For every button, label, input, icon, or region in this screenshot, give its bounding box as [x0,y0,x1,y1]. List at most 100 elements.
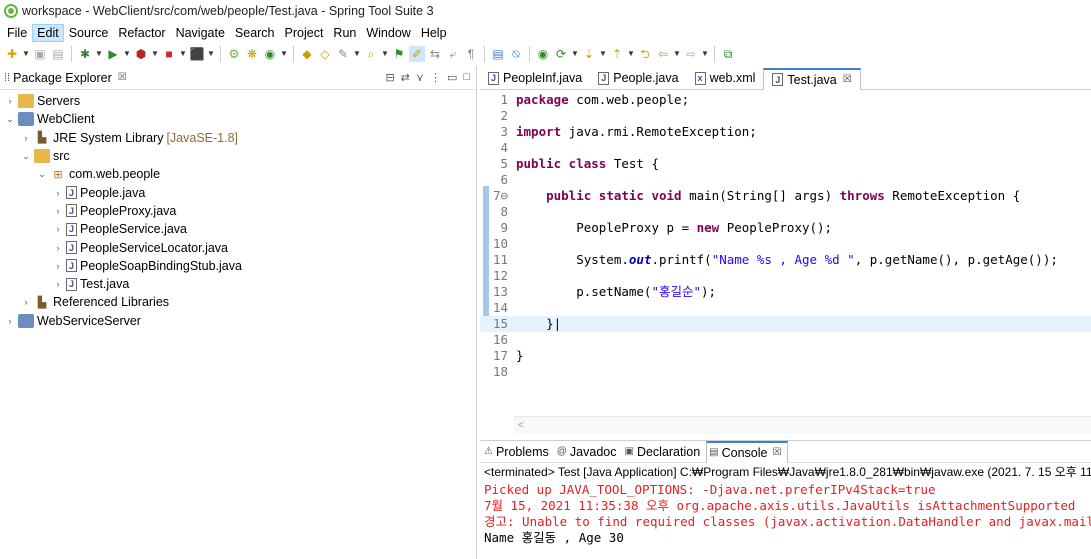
forward-icon[interactable]: ⇨ [683,46,699,62]
dropdown-icon[interactable]: ▼ [179,46,187,62]
dropdown-icon[interactable]: ▼ [673,46,681,62]
dropdown-icon[interactable]: ▼ [701,46,709,62]
code-line[interactable]: 11 System.out.printf("Name %s , Age %d "… [480,252,1091,268]
mark-occurrences-icon[interactable]: ✐ [409,46,425,62]
dropdown-icon[interactable]: ▼ [123,46,131,62]
code-line[interactable]: 8 [480,204,1091,220]
close-icon[interactable]: ☒ [118,72,127,83]
chevron-right-icon[interactable]: › [20,297,32,307]
code-line[interactable]: 1 package com.web.people; [480,92,1091,108]
editor-tab[interactable]: J People.java [590,67,686,89]
dropdown-icon[interactable]: ▼ [353,46,361,62]
editor-tab[interactable]: x web.xml [687,67,764,89]
chevron-right-icon[interactable]: › [52,188,64,198]
code-line[interactable]: 16 [480,332,1091,348]
code-line[interactable]: 10 [480,236,1091,252]
code-line[interactable]: 12 [480,268,1091,284]
spring-icon[interactable]: ❋ [244,46,260,62]
block-selection-icon[interactable]: ⇆ [427,46,443,62]
code-line[interactable]: 14 [480,300,1091,316]
code-line[interactable]: 9 PeopleProxy p = new PeopleProxy(); [480,220,1091,236]
filter-icon[interactable]: ⋎ [416,71,424,84]
menu-run[interactable]: Run [328,24,361,42]
dropdown-icon[interactable]: ▼ [571,46,579,62]
close-icon[interactable]: ☒ [773,447,782,458]
save-all-icon[interactable]: ▤ [50,46,66,62]
chevron-right-icon[interactable]: › [52,243,64,253]
console-icon[interactable]: ▤ [490,46,506,62]
link-with-editor-icon[interactable]: ⇄ [401,71,410,84]
run-icon[interactable]: ▶ [105,46,121,62]
code-line[interactable]: 18 [480,364,1091,380]
back-icon[interactable]: ⇦ [655,46,671,62]
code-line[interactable]: 5 public class Test { [480,156,1091,172]
chevron-right-icon[interactable]: › [52,224,64,234]
view-menu-icon[interactable]: ⋮ [430,71,441,84]
last-edit-icon[interactable]: ⮌ [637,46,653,62]
tree-item[interactable]: › J People.java [0,183,476,201]
external-tools-icon[interactable]: ⬢ [133,46,149,62]
code-line[interactable]: 4 [480,140,1091,156]
tree-item[interactable]: ⌄ src [0,147,476,165]
close-icon[interactable]: ☒ [843,74,852,85]
word-wrap-icon[interactable]: ⤶ [445,46,461,62]
package-explorer-title[interactable]: Package Explorer [13,71,112,85]
chevron-right-icon[interactable]: › [52,279,64,289]
dropdown-icon[interactable]: ▼ [22,46,30,62]
dropdown-icon[interactable]: ▼ [280,46,288,62]
show-whitespace-icon[interactable]: ¶ [463,46,479,62]
code-line[interactable]: 7⊖ public static void main(String[] args… [480,188,1091,204]
code-line[interactable]: 17} [480,348,1091,364]
code-line[interactable]: 3 import java.rmi.RemoteException; [480,124,1091,140]
tree-item[interactable]: ⌄ ⊞ com.web.people [0,165,476,183]
open-task-icon[interactable]: ◇ [317,46,333,62]
menu-window[interactable]: Window [361,24,415,42]
minimize-icon[interactable]: ▭ [447,71,457,84]
menu-help[interactable]: Help [416,24,452,42]
horizontal-scrollbar[interactable]: < [514,416,1091,434]
dropdown-icon[interactable]: ▼ [207,46,215,62]
code-line[interactable]: 15 }| [480,316,1091,332]
tree-item[interactable]: › J PeopleProxy.java [0,202,476,220]
tree-item[interactable]: ⌄ WebClient [0,110,476,128]
chevron-down-icon[interactable]: ⌄ [20,151,32,162]
tree-item[interactable]: › ▙ Referenced Libraries [0,293,476,311]
maximize-icon[interactable]: □ [463,71,470,84]
open-type-icon[interactable]: ◆ [299,46,315,62]
new-icon[interactable]: ✚ [4,46,20,62]
code-line[interactable]: 6 [480,172,1091,188]
chevron-right-icon[interactable]: › [4,316,16,326]
chevron-right-icon[interactable]: › [52,261,64,271]
debug-icon[interactable]: ✱ [77,46,93,62]
menu-project[interactable]: Project [280,24,329,42]
menu-search[interactable]: Search [230,24,280,42]
boot-dashboard-icon[interactable]: ⚙ [226,46,242,62]
dropdown-icon[interactable]: ▼ [151,46,159,62]
tab-declaration[interactable]: ▣ Declaration [622,441,706,463]
tab-console[interactable]: ▤ Console ☒ [706,440,789,463]
dropdown-icon[interactable]: ▼ [627,46,635,62]
tree-item[interactable]: › J Test.java [0,275,476,293]
collapse-all-icon[interactable]: ⊟ [385,71,394,84]
server-status-icon[interactable]: ◉ [535,46,551,62]
save-icon[interactable]: ▣ [32,46,48,62]
menu-file[interactable]: File [2,24,32,42]
menu-navigate[interactable]: Navigate [171,24,230,42]
tab-javadoc[interactable]: @ Javadoc [555,441,623,463]
next-annotation-icon[interactable]: ⇣ [581,46,597,62]
stop-icon[interactable]: ■ [161,46,177,62]
tree-item[interactable]: › J PeopleSoapBindingStub.java [0,257,476,275]
chevron-right-icon[interactable]: › [4,96,16,106]
chevron-right-icon[interactable]: › [20,133,32,143]
dropdown-icon[interactable]: ▼ [599,46,607,62]
tree-item[interactable]: › ▙ JRE System Library [JavaSE-1.8] [0,129,476,147]
editor-tab[interactable]: J Test.java ☒ [763,68,861,90]
server-icon[interactable]: ⬛ [189,46,205,62]
new-spring-project-icon[interactable]: ◉ [262,46,278,62]
search-icon[interactable]: ⌕ [363,46,379,62]
code-editor[interactable]: 1 package com.web.people; 2 3 import java.rm… [480,90,1091,416]
menu-refactor[interactable]: Refactor [113,24,170,42]
tree-item[interactable]: › J PeopleServiceLocator.java [0,238,476,256]
menu-source[interactable]: Source [64,24,114,42]
tab-problems[interactable]: ⚠ Problems [482,441,555,463]
